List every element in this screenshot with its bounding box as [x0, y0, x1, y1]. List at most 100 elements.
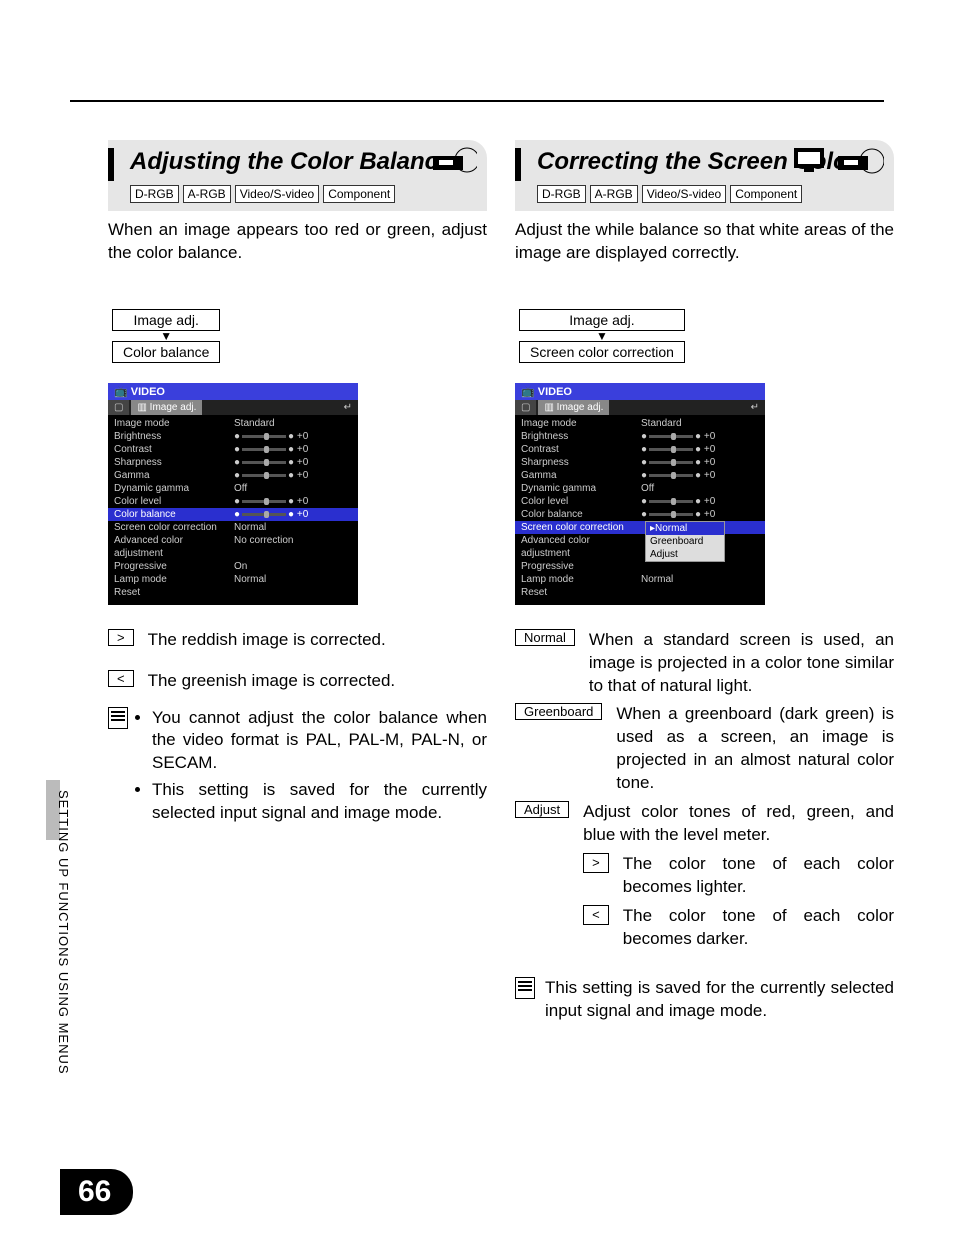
menu-row: Color level●● +0	[515, 495, 765, 508]
menu-row-value: ●● +0	[234, 430, 352, 443]
menu-tab-active: ▥ Image adj.	[538, 400, 609, 415]
menu-row-value: ●● +0	[641, 469, 759, 482]
page-content: Adjusting the Color Balance D-RGB A-RGB …	[108, 140, 894, 1023]
option-row: Greenboard When a greenboard (dark green)…	[515, 703, 894, 795]
sub-key-row: < The color tone of each color becomes da…	[583, 905, 894, 951]
note-text: This setting is saved for the currently …	[545, 977, 894, 1023]
menu-row-value: ●● +0	[234, 456, 352, 469]
menu-row: Brightness●● +0	[108, 430, 358, 443]
menu-row-value: ●● +0	[234, 469, 352, 482]
breadcrumb-arrow: ▼	[519, 331, 685, 341]
menu-row-value: Normal	[234, 573, 352, 586]
left-title: Adjusting the Color Balance	[116, 148, 479, 177]
menu-row: Brightness●● +0	[515, 430, 765, 443]
menu-row: Sharpness●● +0	[515, 456, 765, 469]
menu-row: Gamma●● +0	[108, 469, 358, 482]
menu-row-label: Reset	[521, 586, 641, 599]
menu-row-label: Dynamic gamma	[114, 482, 234, 495]
menu-row-value	[641, 586, 759, 599]
left-intro: When an image appears too red or green, …	[108, 219, 487, 265]
left-column: Adjusting the Color Balance D-RGB A-RGB …	[108, 140, 487, 1023]
menu-row: Dynamic gammaOff	[515, 482, 765, 495]
menu-row-value: ●● +0	[641, 430, 759, 443]
badge: Video/S-video	[642, 185, 727, 203]
menu-row-label: Sharpness	[521, 456, 641, 469]
option-desc: When a greenboard (dark green) is used a…	[616, 703, 894, 795]
page-number: 66	[60, 1169, 133, 1215]
key-desc: The greenish image is corrected.	[148, 670, 487, 693]
menu-row-label: Color balance	[114, 508, 234, 521]
breadcrumb-bottom: Screen color correction	[519, 341, 685, 363]
menu-row: Screen color correction▸Normal Greenboar…	[515, 521, 765, 534]
menu-row-label: Screen color correction	[114, 521, 234, 534]
menu-row-label: Gamma	[114, 469, 234, 482]
right-menu-screenshot: 📺 VIDEO▢▥ Image adj. ↵ Image modeStandardB…	[515, 383, 765, 605]
menu-row: Dynamic gammaOff	[108, 482, 358, 495]
menu-tabs: ▢▥ Image adj.↵	[108, 400, 358, 415]
option-label: Greenboard	[515, 703, 602, 720]
dropdown-option: ▸Normal	[646, 522, 724, 535]
badge: Video/S-video	[235, 185, 320, 203]
menu-row: Screen color correctionNormal	[108, 521, 358, 534]
menu-row-label: Image mode	[114, 417, 234, 430]
menu-row-label: Advanced color adjustment	[521, 534, 641, 560]
menu-row-label: Brightness	[114, 430, 234, 443]
sub-key: >	[583, 853, 609, 873]
menu-row-value: ●● +0	[641, 456, 759, 469]
left-menu-screenshot: 📺 VIDEO▢▥ Image adj.↵Image modeStandardB…	[108, 383, 358, 605]
menu-row: Gamma●● +0	[515, 469, 765, 482]
menu-row: Color balance●● +0	[515, 508, 765, 521]
return-icon: ↵	[745, 402, 765, 413]
menu-row-value: ●● +0	[641, 495, 759, 508]
note-text: You cannot adjust the color balance when…	[138, 707, 487, 830]
note-icon	[108, 707, 128, 729]
menu-banner: 📺 VIDEO	[515, 383, 765, 400]
menu-row-label: Contrast	[114, 443, 234, 456]
option-label: Normal	[515, 629, 575, 646]
option-row: Normal When a standard screen is used, an…	[515, 629, 894, 698]
badge: D-RGB	[130, 185, 179, 203]
menu-row-label: Lamp mode	[114, 573, 234, 586]
menu-row-value: ●● +0	[234, 508, 352, 521]
sub-key-desc: The color tone of each color becomes dar…	[623, 905, 894, 951]
badge: A-RGB	[590, 185, 638, 203]
menu-row: Contrast●● +0	[515, 443, 765, 456]
menu-row-label: Progressive	[114, 560, 234, 573]
right-header: Correcting the Screen Color D-RGB A-RGB …	[515, 140, 894, 211]
menu-row: Reset	[108, 586, 358, 599]
menu-row: Contrast●● +0	[108, 443, 358, 456]
menu-row-label: Reset	[114, 586, 234, 599]
menu-row: Sharpness●● +0	[108, 456, 358, 469]
key-row: > The reddish image is corrected.	[108, 629, 487, 652]
badge: D-RGB	[537, 185, 586, 203]
menu-row-value: Normal	[234, 521, 352, 534]
menu-row-value: Off	[641, 482, 759, 495]
breadcrumb-arrow: ▼	[112, 331, 220, 341]
menu-row-label: Image mode	[521, 417, 641, 430]
right-breadcrumb: Image adj. ▼ Screen color correction	[519, 309, 685, 363]
menu-row: Image modeStandard	[108, 417, 358, 430]
menu-row-value: On	[234, 560, 352, 573]
menu-tab: ▢	[515, 400, 536, 415]
key-row: < The greenish image is corrected.	[108, 670, 487, 693]
option-desc: When a standard screen is used, an image…	[589, 629, 894, 698]
side-label: SETTING UP FUNCTIONS USING MENUS	[56, 790, 71, 1075]
right-column: Correcting the Screen Color D-RGB A-RGB …	[515, 140, 894, 1023]
menu-row-label: Advanced color adjustment	[114, 534, 234, 560]
breadcrumb-top: Image adj.	[519, 309, 685, 331]
right-note: This setting is saved for the currently …	[515, 977, 894, 1023]
dropdown-option: Greenboard	[646, 535, 724, 548]
sub-key: <	[583, 905, 609, 925]
left-breadcrumb: Image adj. ▼ Color balance	[112, 309, 220, 363]
menu-row-label: Progressive	[521, 560, 641, 573]
monitor-projector-icon	[792, 146, 884, 176]
left-note: You cannot adjust the color balance when…	[108, 707, 487, 830]
key-desc: The reddish image is corrected.	[148, 629, 487, 652]
menu-body: Image modeStandardBrightness●● +0Contras…	[108, 415, 358, 605]
menu-row: Image modeStandard	[515, 417, 765, 430]
return-icon: ↵	[338, 402, 358, 413]
menu-row-value: ●● +0	[234, 495, 352, 508]
sub-key-desc: The color tone of each color becomes lig…	[623, 853, 894, 899]
right-options: Normal When a standard screen is used, an…	[515, 629, 894, 957]
menu-row-label: Screen color correction	[521, 521, 641, 534]
